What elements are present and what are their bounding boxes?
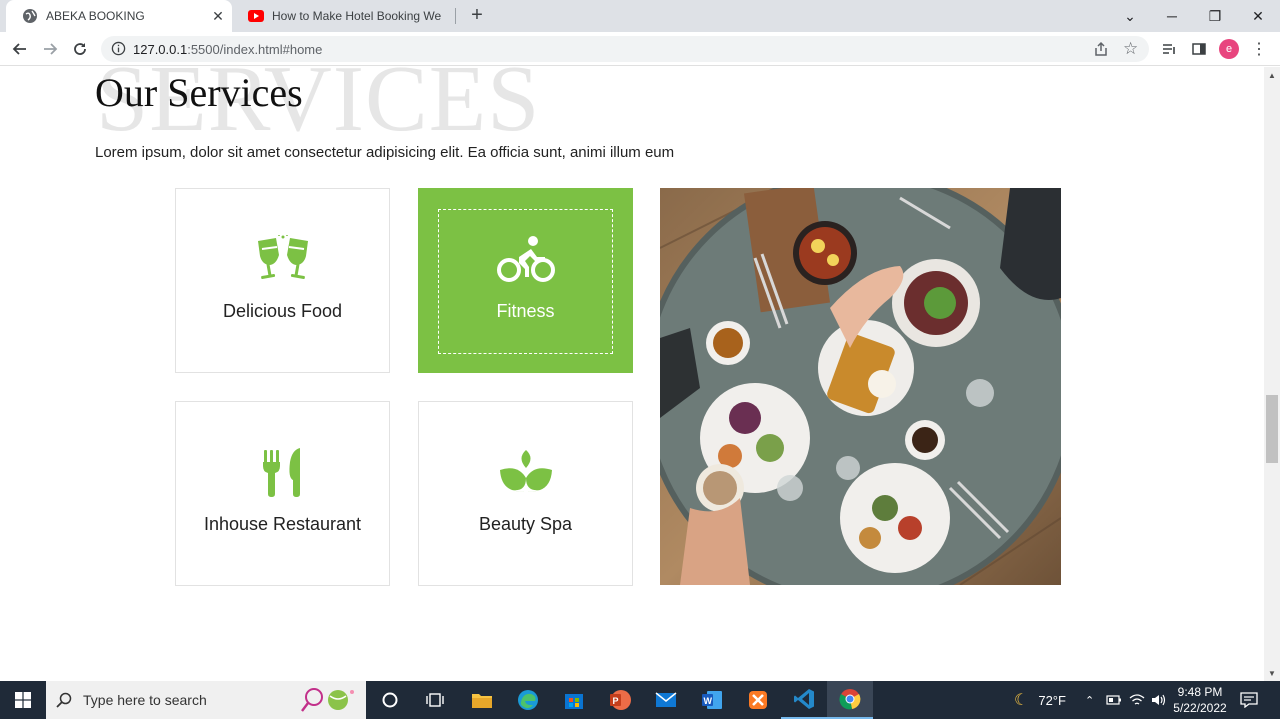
new-tab-button[interactable]: + (466, 4, 488, 26)
task-view-icon[interactable] (412, 681, 458, 719)
taskbar-search-box[interactable]: Type here to search (46, 681, 366, 719)
scroll-down-arrow-icon[interactable]: ▼ (1268, 669, 1276, 678)
minimize-button[interactable]: ─ (1150, 0, 1194, 32)
powerpoint-icon[interactable]: P (597, 681, 643, 719)
tab-title: ABEKA BOOKING (46, 9, 145, 23)
edge-browser-icon[interactable] (505, 681, 551, 719)
close-window-button[interactable]: ✕ (1236, 0, 1280, 32)
search-highlight-icon[interactable] (298, 686, 360, 719)
service-card-inhouse-restaurant[interactable]: Inhouse Restaurant (175, 401, 390, 586)
browser-tab-bar: ABEKA BOOKING ✕ How to Make Hotel Bookin… (0, 0, 1280, 32)
windows-start-icon[interactable] (0, 681, 46, 719)
bookmark-star-icon[interactable]: ☆ (1123, 39, 1138, 59)
scrollbar-thumb[interactable] (1266, 395, 1278, 463)
tab-divider (455, 8, 456, 24)
food-table-photo (660, 188, 1061, 585)
info-icon[interactable] (111, 41, 127, 57)
word-icon[interactable]: W (689, 681, 735, 719)
url-host: 127.0.0.1 (133, 42, 188, 57)
file-explorer-icon[interactable] (459, 681, 505, 719)
page-scrollbar[interactable]: ▲ ▼ (1264, 67, 1280, 681)
youtube-icon (248, 8, 264, 24)
mail-icon[interactable] (643, 681, 689, 719)
fork-knife-icon (260, 448, 306, 498)
tray-chevron-icon[interactable]: ⌃ (1085, 681, 1094, 719)
menu-kebab-icon[interactable]: ⋮ (1247, 37, 1271, 61)
side-panel-icon[interactable] (1187, 37, 1211, 61)
tab-abeka-booking[interactable]: ABEKA BOOKING ✕ (6, 0, 232, 32)
weather-widget[interactable]: ☾ 72°F (1014, 681, 1066, 719)
service-card-fitness[interactable]: Fitness (418, 188, 633, 373)
url-text: 127.0.0.1:5500/index.html#home (133, 42, 322, 57)
address-bar[interactable]: 127.0.0.1:5500/index.html#home ☆ (101, 36, 1149, 62)
lotus-leaf-icon (498, 448, 554, 498)
forward-arrow-icon[interactable] (38, 37, 62, 61)
notifications-icon[interactable] (1240, 681, 1258, 719)
taskbar-clock[interactable]: 9:48 PM 5/22/2022 (1170, 684, 1230, 716)
reload-icon[interactable] (68, 37, 92, 61)
section-description: Lorem ipsum, dolor sit amet consectetur … (95, 144, 675, 161)
clock-date: 5/22/2022 (1173, 701, 1227, 715)
volume-icon[interactable] (1151, 681, 1167, 719)
tab-youtube-video[interactable]: How to Make Hotel Booking We (232, 0, 454, 32)
cheers-glasses-icon (252, 235, 314, 285)
restore-button[interactable]: ❐ (1193, 0, 1237, 32)
service-card-label: Inhouse Restaurant (203, 514, 362, 534)
clock-time: 9:48 PM (1177, 685, 1223, 699)
back-arrow-icon[interactable] (8, 37, 32, 61)
service-card-label: Beauty Spa (478, 514, 573, 534)
battery-icon[interactable] (1106, 681, 1122, 719)
svg-text:W: W (704, 696, 713, 706)
microsoft-store-icon[interactable] (551, 681, 597, 719)
close-tab-icon[interactable]: ✕ (208, 6, 228, 26)
page-content: SERVICES Our Services Lorem ipsum, dolor… (0, 67, 1264, 681)
search-placeholder: Type here to search (83, 692, 207, 708)
chrome-icon[interactable] (827, 681, 873, 719)
service-card-label: Delicious Food (222, 301, 343, 321)
share-icon[interactable] (1093, 41, 1109, 62)
weather-temp: 72°F (1038, 692, 1066, 708)
globe-icon (22, 8, 38, 24)
profile-avatar[interactable]: e (1219, 39, 1239, 59)
moon-icon: ☾ (1014, 692, 1029, 709)
svg-text:P: P (613, 696, 619, 706)
browser-toolbar: 127.0.0.1:5500/index.html#home ☆ e ⋮ (0, 32, 1280, 66)
service-card-beauty-spa[interactable]: Beauty Spa (418, 401, 633, 586)
windows-taskbar: Type here to search P W ☾ 72°F ⌃ 9:48 PM… (0, 681, 1280, 719)
tab-search-chevron-icon[interactable]: ⌄ (1108, 0, 1152, 32)
tab-title: How to Make Hotel Booking We (272, 9, 442, 23)
wifi-icon[interactable] (1129, 681, 1145, 719)
section-title: Our Services (95, 70, 303, 115)
scroll-up-arrow-icon[interactable]: ▲ (1268, 71, 1276, 80)
reading-list-icon[interactable] (1157, 37, 1181, 61)
search-icon (56, 692, 72, 713)
cortana-icon[interactable] (367, 681, 413, 719)
dashed-frame (438, 209, 613, 354)
url-path: :5500/index.html#home (187, 42, 323, 57)
service-card-delicious-food[interactable]: Delicious Food (175, 188, 390, 373)
vscode-icon[interactable] (781, 681, 827, 719)
xampp-icon[interactable] (735, 681, 781, 719)
